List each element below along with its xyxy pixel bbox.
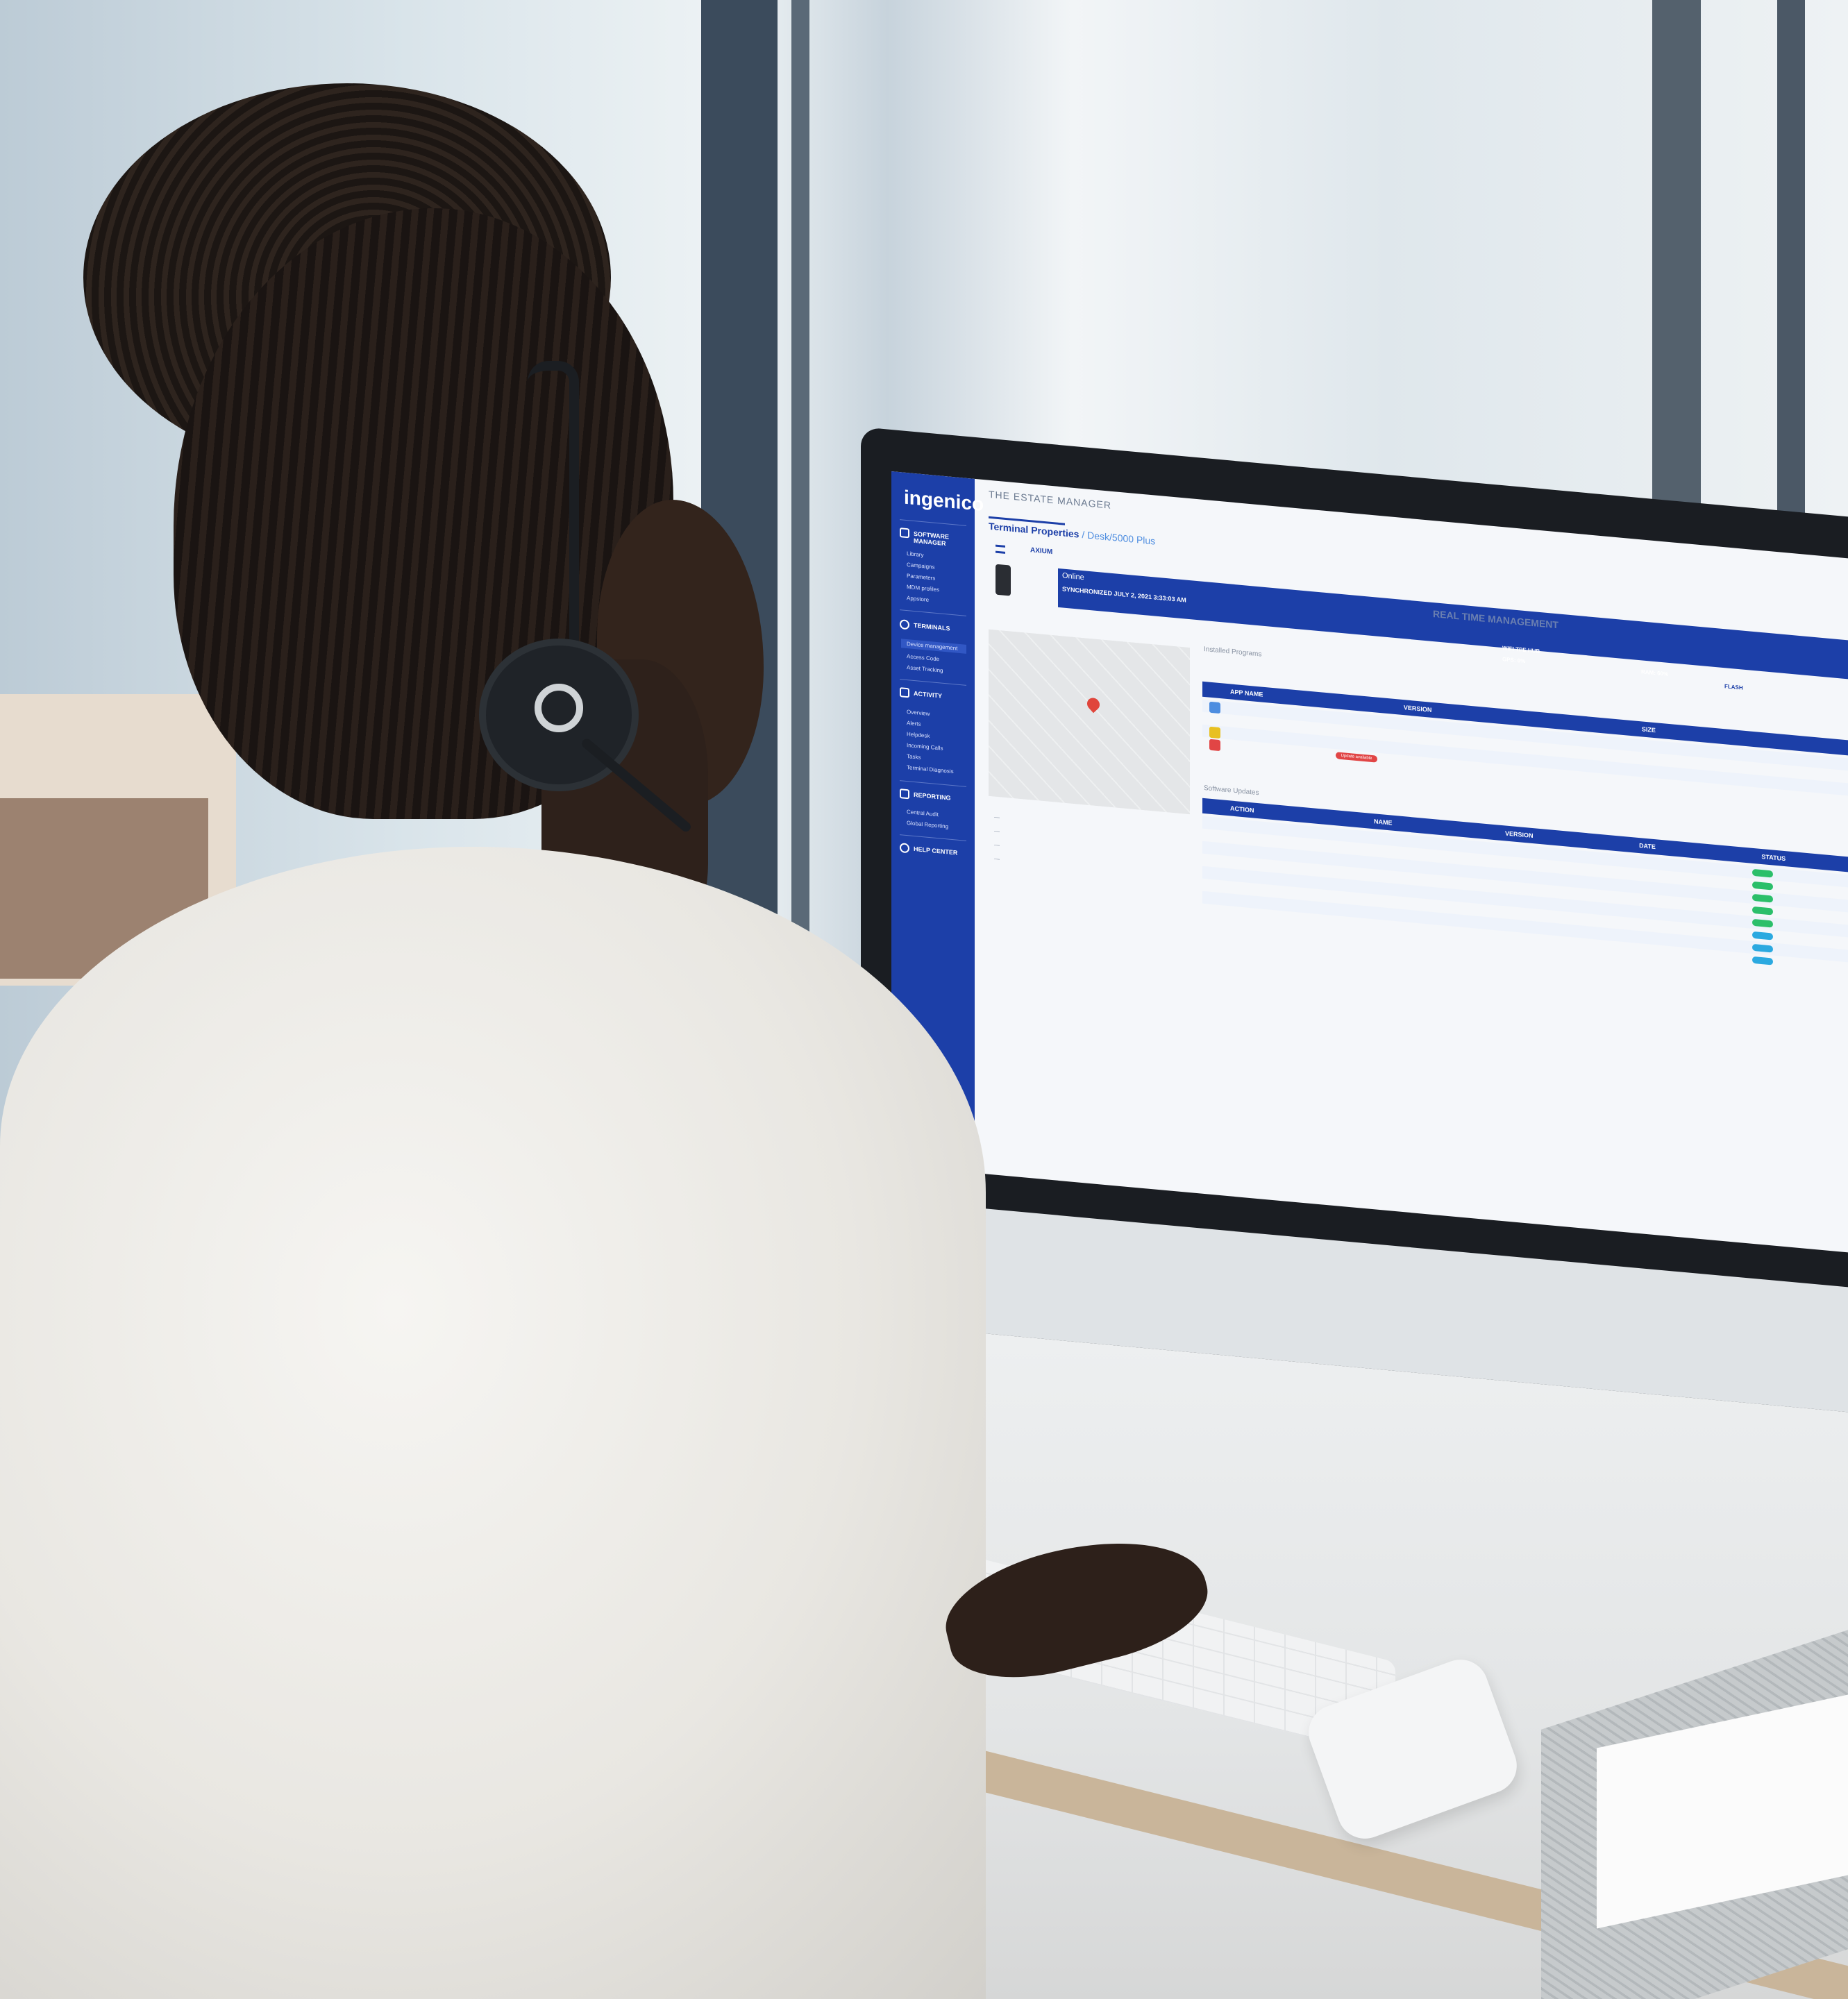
divider — [900, 834, 966, 841]
app-icon — [1209, 739, 1220, 752]
col-version[interactable]: VERSION — [1404, 704, 1432, 714]
sidebar-item-library[interactable]: Library — [907, 550, 923, 558]
reporting-icon — [900, 788, 909, 800]
headset-ring — [535, 684, 583, 732]
col-app-name[interactable]: APP NAME — [1230, 688, 1263, 698]
breadcrumb-sub: Desk/5000 Plus — [1087, 529, 1156, 547]
activity-icon — [900, 687, 909, 698]
sidebar-item-access-code[interactable]: Access Code — [907, 653, 939, 662]
sidebar-section-terminals[interactable]: TERMINALS — [914, 622, 950, 632]
menu-icon[interactable] — [996, 544, 1005, 554]
sidebar-item-incoming-calls[interactable]: Incoming Calls — [907, 742, 943, 752]
sidebar-item-mdm[interactable]: MDM profiles — [907, 584, 939, 593]
col-size[interactable]: SIZE — [1642, 725, 1656, 734]
sidebar-item-parameters[interactable]: Parameters — [907, 573, 935, 582]
sidebar-item-helpdesk[interactable]: Helpdesk — [907, 731, 930, 739]
gps-label: GPS: 0% — [1502, 656, 1526, 665]
sidebar-item-campaigns[interactable]: Campaigns — [907, 562, 934, 571]
app-title: THE ESTATE MANAGER — [989, 488, 1111, 511]
sidebar-item-tasks[interactable]: Tasks — [907, 753, 921, 761]
sidebar-section-activity[interactable]: ACTIVITY — [914, 690, 942, 700]
col-action[interactable]: ACTION — [1230, 804, 1254, 813]
monitor: ingenico SOFTWARE MANAGER Library Campai… — [861, 427, 1848, 1412]
breadcrumb: Terminal Properties / Desk/5000 Plus — [989, 520, 1156, 547]
breadcrumb-main[interactable]: Terminal Properties — [989, 521, 1079, 540]
location-map[interactable] — [989, 629, 1190, 815]
monitor-screen: ingenico SOFTWARE MANAGER Library Campai… — [891, 471, 1848, 1253]
divider — [900, 609, 966, 616]
sidebar-section-help[interactable]: HELP CENTER — [914, 845, 957, 857]
help-icon — [900, 843, 909, 854]
terminal-device-icon — [996, 564, 1011, 596]
device-tag: AXIUM — [1030, 546, 1053, 557]
ingenico-logo: ingenico — [904, 486, 984, 516]
software-manager-icon — [900, 528, 909, 539]
app-icon — [1209, 726, 1220, 739]
sidebar-item-device-management[interactable]: Device management — [901, 639, 966, 654]
sidebar-item-asset-tracking[interactable]: Asset Tracking — [907, 664, 943, 674]
col-status[interactable]: STATUS — [1761, 853, 1786, 862]
info-label: — — [994, 855, 1000, 863]
sidebar-item-central-audit[interactable]: Central Audit — [907, 809, 939, 818]
sidebar-item-overview[interactable]: Overview — [907, 709, 930, 717]
sidebar-item-global-reporting[interactable]: Global Reporting — [907, 820, 948, 829]
info-label: — — [994, 813, 1000, 821]
sidebar-section-reporting[interactable]: REPORTING — [914, 791, 951, 802]
office-photo: ingenico SOFTWARE MANAGER Library Campai… — [0, 0, 1848, 1999]
app-icon — [1209, 701, 1220, 714]
terminals-icon — [900, 619, 909, 630]
sidebar-item-appstore[interactable]: Appstore — [907, 595, 929, 603]
sidebar-item-diagnosis[interactable]: Terminal Diagnosis — [907, 764, 954, 775]
col-name[interactable]: NAME — [1374, 818, 1393, 826]
info-label: — — [994, 827, 1000, 835]
software-updates-title: Software Updates — [1204, 784, 1259, 798]
sidebar-section-software[interactable]: SOFTWARE MANAGER — [914, 530, 975, 550]
sidebar-item-alerts[interactable]: Alerts — [907, 720, 921, 727]
installed-programs-title: Installed Programs — [1204, 645, 1262, 659]
white-jacket — [0, 847, 986, 1999]
divider — [900, 679, 966, 686]
divider — [900, 780, 966, 787]
col-date[interactable]: DATE — [1639, 842, 1656, 850]
ram-label: RAM: 60% — [1641, 668, 1669, 677]
col-version-2[interactable]: VERSION — [1505, 829, 1534, 839]
flash-label: FLASH — [1724, 683, 1743, 691]
divider — [900, 519, 966, 526]
info-label: — — [994, 841, 1000, 849]
